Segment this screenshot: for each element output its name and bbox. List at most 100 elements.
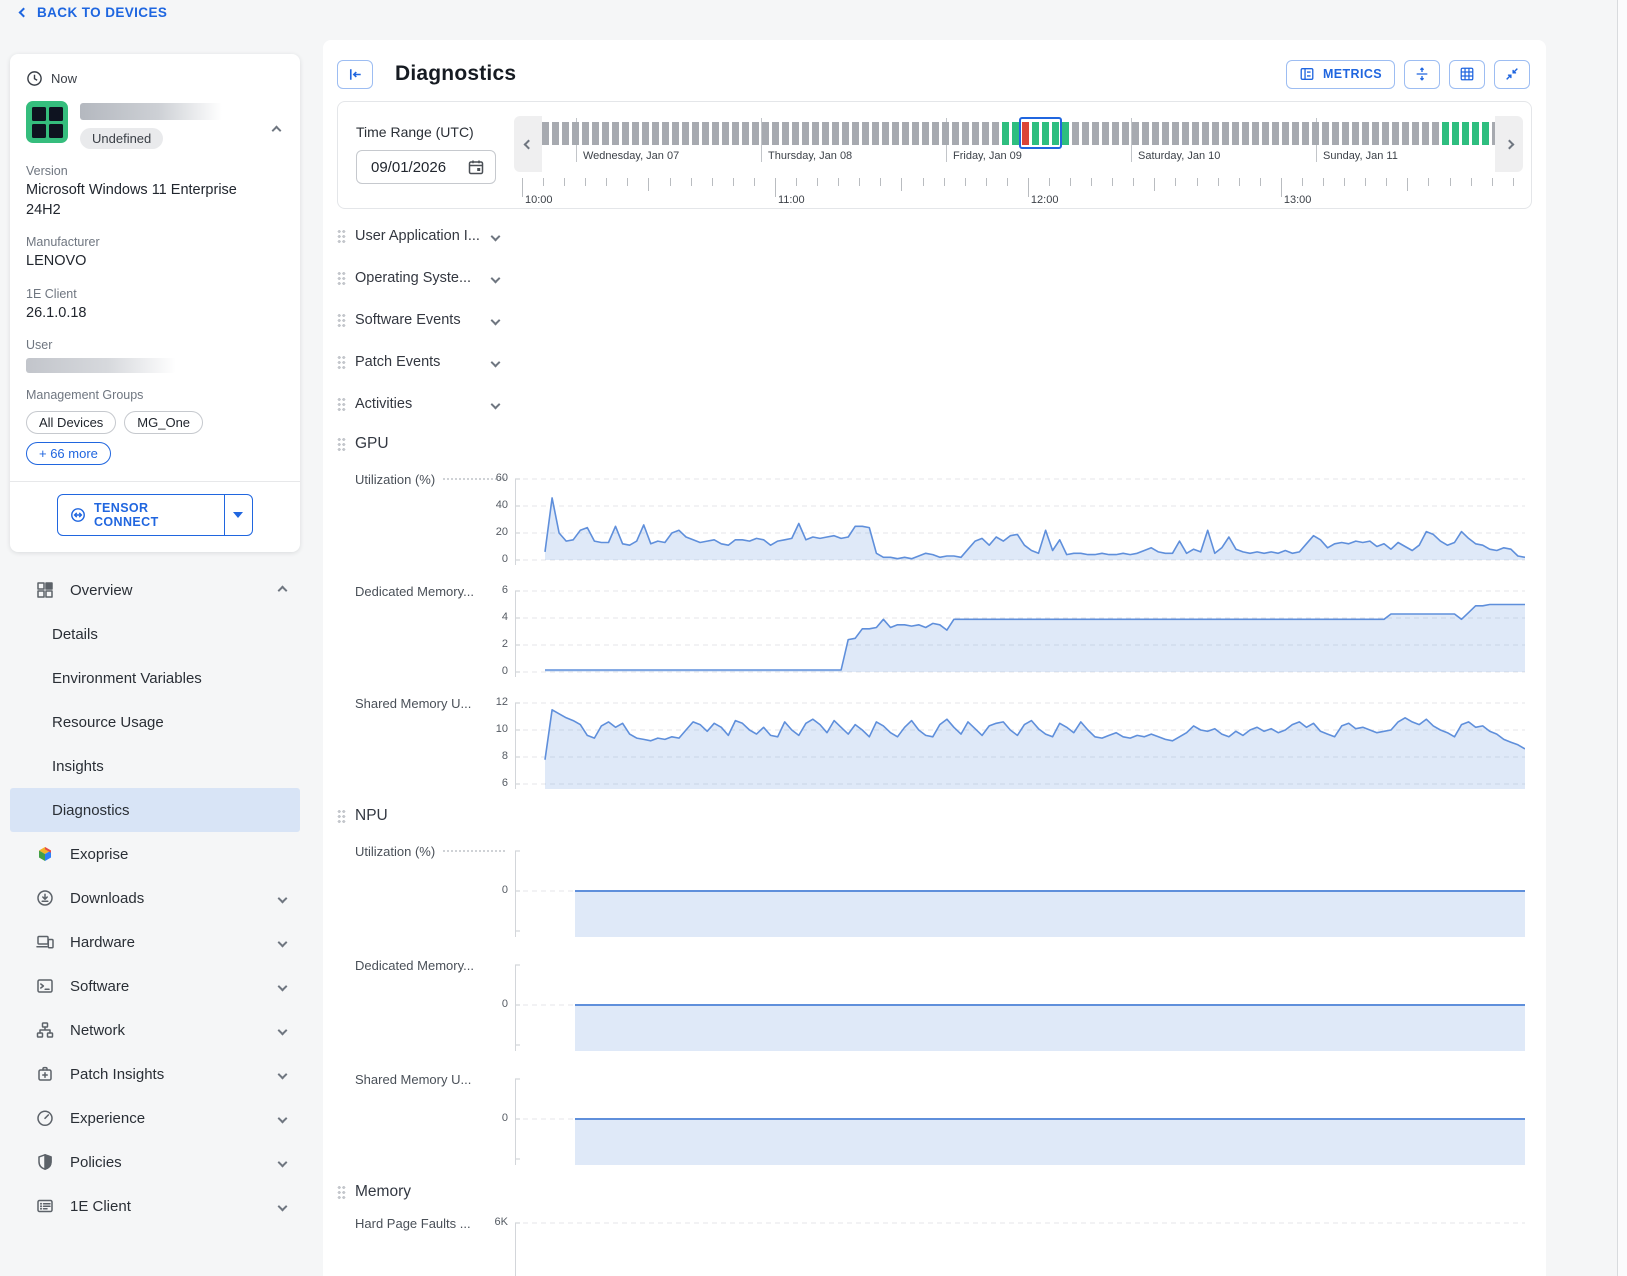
chart-plot[interactable] [515,585,1525,677]
sidebar-item-resource-usage[interactable]: Resource Usage [10,700,300,744]
ruler-tick [775,178,776,197]
sidebar-item-hardware[interactable]: Hardware [10,920,300,964]
drag-handle-icon[interactable] [337,355,346,370]
day-label: Sunday, Jan 11 [1323,150,1398,162]
chart-plot[interactable] [515,1073,1525,1165]
event-row-label: Operating Syste... [355,270,471,286]
sidebar-item-experience[interactable]: Experience [10,1096,300,1140]
timeline-bar [1212,122,1219,145]
chart-plot[interactable] [515,697,1525,789]
ruler-tick [1007,178,1008,186]
timeline-selection[interactable] [1019,117,1062,149]
downloads-icon [36,889,54,907]
ruler-tick [944,178,945,186]
chart-plot[interactable] [515,1217,1525,1276]
drag-handle-icon[interactable] [337,437,346,452]
sidebar-item-patch-insights[interactable]: Patch Insights [10,1052,300,1096]
drag-handle-icon[interactable] [337,271,346,286]
chevron-down-icon[interactable] [491,231,501,241]
sidebar-subitem-label: Diagnostics [52,802,130,819]
day-label: Friday, Jan 09 [953,150,1022,162]
time-range-label: Time Range (UTC) [356,124,474,140]
chevron-down-icon[interactable] [491,399,501,409]
timeline-bar [602,122,609,145]
ruler-tick [1049,178,1050,186]
sidebar-item-policies[interactable]: Policies [10,1140,300,1184]
collapse-panel-button[interactable] [337,60,373,89]
group-chip-more[interactable]: + 66 more [26,442,111,465]
grid-view-button[interactable] [1449,60,1485,89]
chart-plot[interactable] [515,845,1525,937]
ruler-tick [796,178,797,186]
drag-handle-icon[interactable] [337,313,346,328]
timeline-bar [882,122,889,145]
drag-handle-icon[interactable] [337,397,346,412]
tensor-connect-dropdown[interactable] [225,495,252,535]
back-to-devices-link[interactable]: BACK TO DEVICES [20,5,167,20]
group-chip-mg-one[interactable]: MG_One [124,411,203,434]
timeline-bar [982,122,989,145]
ruler-tick [606,178,607,186]
device-card: Now Undefined VersionMicrosoft Windows 1… [10,54,300,552]
event-row-header: Patch Events [337,354,535,370]
collapse-all-button[interactable] [1494,60,1530,89]
drag-handle-icon[interactable] [337,229,346,244]
timeline-bar [792,122,799,145]
timeline-bar [1092,122,1099,145]
date-input[interactable]: 09/01/2026 [356,150,496,184]
sidebar-item-1e-client[interactable]: 1E Client [10,1184,300,1228]
sidebar-item-downloads[interactable]: Downloads [10,876,300,920]
timeline-bar [1392,122,1399,145]
tensor-connect-button[interactable]: TENSOR CONNECT [57,494,253,536]
sidebar-item-network[interactable]: Network [10,1008,300,1052]
timeline-bar [852,122,859,145]
ruler-tick [1471,178,1472,186]
sidebar-item-environment-variables[interactable]: Environment Variables [10,656,300,700]
chart-memory-hard-page-faults: Hard Page Faults ...6K [323,1217,1546,1276]
chevron-down-icon[interactable] [491,273,501,283]
timeline-bar [742,122,749,145]
timeline-bar [1142,122,1149,145]
chart-plot[interactable] [515,959,1525,1051]
clock-icon [26,70,43,87]
sidebar-item-insights[interactable]: Insights [10,744,300,788]
chevron-down-icon[interactable] [491,315,501,325]
event-row-operating-syste: Operating Syste... [323,257,1546,299]
network-icon [36,1021,54,1039]
ruler-tick [1154,178,1155,191]
timeline-bar [552,122,559,145]
sidebar-item-details[interactable]: Details [10,612,300,656]
ruler-tick [1175,178,1176,186]
field-value-1e-client: 26.1.0.18 [26,304,271,324]
timeline-bar [622,122,629,145]
chart-plot[interactable] [515,473,1525,565]
metrics-button[interactable]: METRICS [1286,60,1395,89]
sidebar-item-exoprise[interactable]: Exoprise [10,832,300,876]
charts-area: User Application I...Operating Syste...S… [323,215,1546,1276]
ruler-tick [1281,178,1282,197]
timeline-bar [652,122,659,145]
sidebar-item-software[interactable]: Software [10,964,300,1008]
drag-handle-icon[interactable] [337,809,346,824]
sidebar-item-diagnostics[interactable]: Diagnostics [10,788,300,832]
timeline-next-button[interactable] [1495,116,1523,172]
ruler-tick [880,178,881,186]
drag-handle-icon[interactable] [337,1185,346,1200]
scrollbar[interactable] [1618,0,1627,1276]
split-view-button[interactable] [1404,60,1440,89]
timeline-bars[interactable]: Wednesday, Jan 07Thursday, Jan 08Friday,… [542,116,1495,174]
ruler-tick [1513,178,1514,186]
axis-tick-label: 0 [463,884,508,896]
hour-label: 10:00 [525,194,553,206]
sidebar-item-overview[interactable]: Overview [10,568,300,612]
group-chip-all-devices[interactable]: All Devices [26,411,116,434]
card-collapse-button[interactable] [273,121,280,139]
timeline-prev-button[interactable] [514,116,542,172]
timeline-bar [732,122,739,145]
timeline-bar [912,122,919,145]
timeline-bar [782,122,789,145]
chevron-down-icon[interactable] [491,357,501,367]
divider [10,481,300,482]
header-actions: METRICS [1286,60,1530,89]
overview-icon [36,581,54,599]
